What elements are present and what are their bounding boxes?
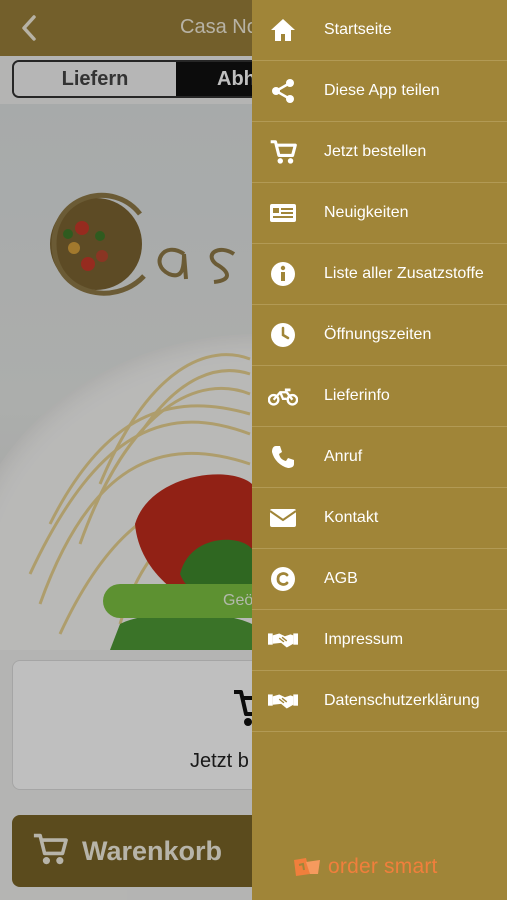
menu-item-news[interactable]: Neuigkeiten bbox=[252, 183, 507, 244]
mail-icon bbox=[268, 503, 298, 533]
phone-icon bbox=[268, 442, 298, 472]
side-menu: Startseite Diese App teilen Jetzt bestel… bbox=[252, 0, 507, 900]
menu-item-opening-hours[interactable]: Öffnungszeiten bbox=[252, 305, 507, 366]
menu-item-label: Kontakt bbox=[324, 509, 379, 526]
menu-item-label: Liste aller Zusatzstoffe bbox=[324, 265, 484, 282]
menu-item-label: Jetzt bestellen bbox=[324, 143, 427, 160]
menu-item-delivery-info[interactable]: Lieferinfo bbox=[252, 366, 507, 427]
copyright-icon bbox=[268, 564, 298, 594]
share-icon bbox=[268, 76, 298, 106]
menu-item-terms[interactable]: AGB bbox=[252, 549, 507, 610]
handshake-icon bbox=[268, 686, 298, 716]
home-icon bbox=[268, 15, 298, 45]
news-icon bbox=[268, 198, 298, 228]
menu-item-contact[interactable]: Kontakt bbox=[252, 488, 507, 549]
menu-item-share[interactable]: Diese App teilen bbox=[252, 61, 507, 122]
order-smart-icon bbox=[294, 858, 320, 876]
menu-item-privacy[interactable]: Datenschutzerklärung bbox=[252, 671, 507, 732]
menu-item-label: Datenschutzerklärung bbox=[324, 692, 480, 709]
menu-item-imprint[interactable]: Impressum bbox=[252, 610, 507, 671]
menu-item-label: Startseite bbox=[324, 21, 392, 38]
menu-item-additives[interactable]: Liste aller Zusatzstoffe bbox=[252, 244, 507, 305]
brand-name: order smart bbox=[328, 855, 438, 878]
motorcycle-icon bbox=[268, 381, 298, 411]
menu-item-label: Anruf bbox=[324, 448, 363, 465]
menu-item-label: Neuigkeiten bbox=[324, 204, 409, 221]
cart-icon bbox=[268, 137, 298, 167]
menu-item-label: Lieferinfo bbox=[324, 387, 390, 404]
menu-item-label: Diese App teilen bbox=[324, 82, 440, 99]
info-icon bbox=[268, 259, 298, 289]
menu-item-label: Impressum bbox=[324, 631, 404, 648]
handshake-icon bbox=[268, 625, 298, 655]
menu-item-home[interactable]: Startseite bbox=[252, 0, 507, 61]
menu-item-label: AGB bbox=[324, 570, 358, 587]
brand-logo: order smart bbox=[292, 855, 438, 879]
clock-icon bbox=[268, 320, 298, 350]
menu-item-call[interactable]: Anruf bbox=[252, 427, 507, 488]
menu-item-order-now[interactable]: Jetzt bestellen bbox=[252, 122, 507, 183]
menu-item-label: Öffnungszeiten bbox=[324, 326, 432, 343]
